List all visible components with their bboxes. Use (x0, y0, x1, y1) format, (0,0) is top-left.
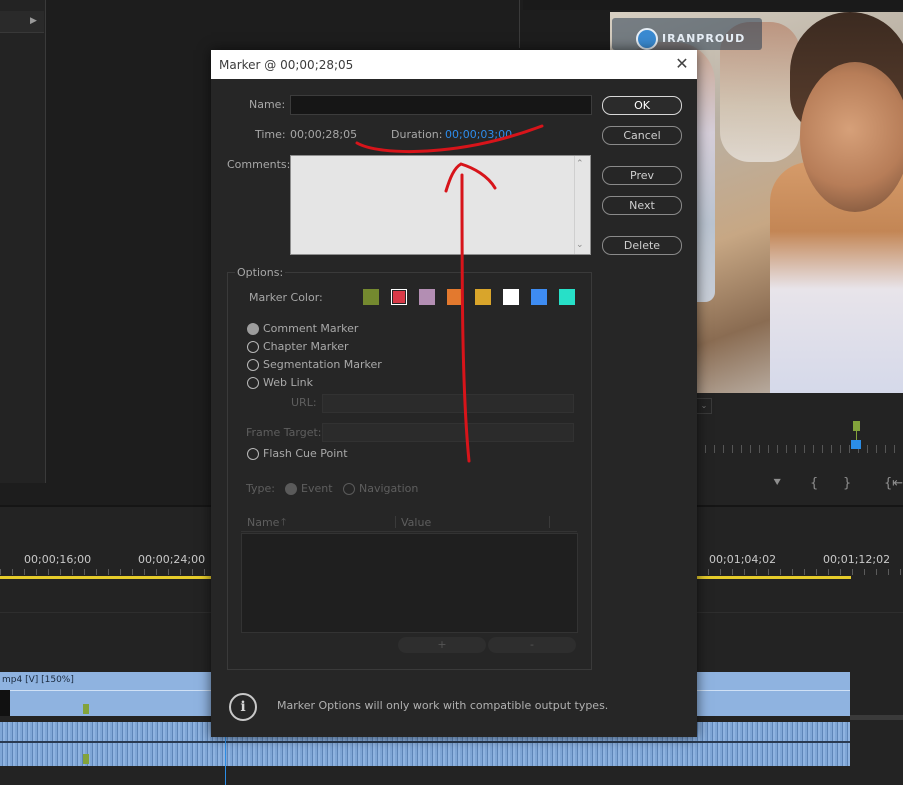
url-input[interactable] (322, 394, 574, 413)
comments-label: Comments: (227, 158, 291, 171)
panel-menu-arrow-icon[interactable]: ▶ (30, 16, 37, 26)
marker-color-swatch[interactable] (475, 289, 491, 305)
panel-tab-bar (0, 11, 44, 33)
track-end (850, 715, 903, 720)
time-label: Time: (255, 128, 286, 141)
dialog-title: Marker @ 00;00;28;05 (219, 58, 354, 72)
close-icon[interactable]: ✕ (672, 54, 692, 74)
name-input[interactable] (290, 95, 592, 115)
chapter-marker-radio[interactable] (247, 341, 259, 353)
comment-marker-radio[interactable] (247, 323, 259, 335)
marker-color-swatch[interactable] (391, 289, 407, 305)
marker-color-label: Marker Color: (249, 291, 323, 304)
table-header-value[interactable]: Value (401, 516, 431, 529)
column-separator (549, 516, 550, 528)
marker-color-swatch[interactable] (531, 289, 547, 305)
column-separator (395, 516, 396, 528)
clip-label: mp4 [V] [150%] (2, 675, 74, 685)
url-label: URL: (291, 396, 317, 409)
clip-gap (0, 690, 10, 716)
audio-clip-marker[interactable] (83, 754, 89, 764)
options-label: Options: (235, 266, 286, 279)
panel-divider[interactable] (519, 0, 520, 48)
segmentation-marker-radio[interactable] (247, 359, 259, 371)
flash-cue-label[interactable]: Flash Cue Point (263, 447, 348, 460)
cue-point-table[interactable] (241, 533, 578, 633)
project-panel (0, 0, 46, 483)
comments-textarea[interactable]: ⌃ ⌄ (290, 155, 591, 255)
monitor-header (523, 0, 903, 10)
fit-dropdown-icon[interactable]: ⌄ (696, 398, 712, 414)
go-to-in-icon[interactable]: {⇤ (884, 476, 903, 491)
remove-cue-button[interactable]: - (488, 637, 576, 653)
mark-out-icon[interactable]: } (843, 476, 851, 491)
table-header-name[interactable]: Name (247, 516, 279, 529)
watermark-logo: IRANPROUD (612, 18, 762, 50)
add-cue-button[interactable]: + (398, 637, 486, 653)
add-marker-icon[interactable]: ⯆ (772, 476, 782, 491)
audio-channel-divider (0, 741, 850, 743)
watermark-icon (636, 28, 658, 50)
timeline-playhead[interactable] (225, 735, 226, 785)
segmentation-marker-label[interactable]: Segmentation Marker (263, 358, 382, 371)
frame-target-label: Frame Target: (246, 426, 322, 439)
comment-marker-label[interactable]: Comment Marker (263, 322, 358, 335)
navigation-radio[interactable] (343, 483, 355, 495)
dialog-titlebar[interactable]: Marker @ 00;00;28;05 ✕ (211, 50, 697, 79)
table-header-divider (241, 531, 577, 532)
duration-value[interactable]: 00;00;03;00 (445, 128, 512, 141)
name-label: Name: (249, 98, 286, 111)
mark-in-icon[interactable]: { (810, 476, 818, 491)
web-link-label[interactable]: Web Link (263, 376, 313, 389)
marker-color-swatch[interactable] (447, 289, 463, 305)
duration-label: Duration: (391, 128, 443, 141)
marker-color-swatch[interactable] (363, 289, 379, 305)
type-label: Type: (246, 482, 275, 495)
scroll-down-icon[interactable]: ⌄ (576, 240, 584, 250)
time-value: 00;00;28;05 (290, 128, 358, 141)
flash-cue-radio[interactable] (247, 448, 259, 460)
clip-marker[interactable] (83, 704, 89, 714)
event-label[interactable]: Event (301, 482, 333, 495)
prev-button[interactable]: Prev (602, 166, 682, 185)
ok-button[interactable]: OK (602, 96, 682, 115)
cancel-button[interactable]: Cancel (602, 126, 682, 145)
program-time-ruler[interactable] (696, 445, 903, 453)
event-radio[interactable] (285, 483, 297, 495)
info-text: Marker Options will only work with compa… (277, 699, 609, 712)
program-marker[interactable] (853, 421, 860, 431)
navigation-label[interactable]: Navigation (359, 482, 418, 495)
next-button[interactable]: Next (602, 196, 682, 215)
timeline-timecode: 00;00;24;00 (138, 553, 206, 566)
chapter-marker-label[interactable]: Chapter Marker (263, 340, 349, 353)
program-playhead[interactable] (851, 440, 861, 449)
frame-target-input[interactable] (322, 423, 574, 442)
marker-color-swatch[interactable] (419, 289, 435, 305)
timeline-timecode: 00;01;04;02 (709, 553, 777, 566)
web-link-radio[interactable] (247, 377, 259, 389)
delete-button[interactable]: Delete (602, 236, 682, 255)
marker-dialog: Marker @ 00;00;28;05 ✕ Name: Time: 00;00… (211, 50, 697, 737)
timeline-timecode: 00;01;12;02 (823, 553, 891, 566)
scroll-up-icon[interactable]: ⌃ (576, 159, 584, 169)
video-figure-face (800, 62, 903, 212)
info-icon: i (229, 693, 257, 721)
marker-color-swatch[interactable] (559, 289, 575, 305)
watermark-text: IRANPROUD (662, 32, 746, 45)
timeline-timecode: 00;00;16;00 (24, 553, 92, 566)
sort-arrow-icon[interactable]: 🡑 (281, 515, 286, 532)
marker-color-swatch[interactable] (503, 289, 519, 305)
